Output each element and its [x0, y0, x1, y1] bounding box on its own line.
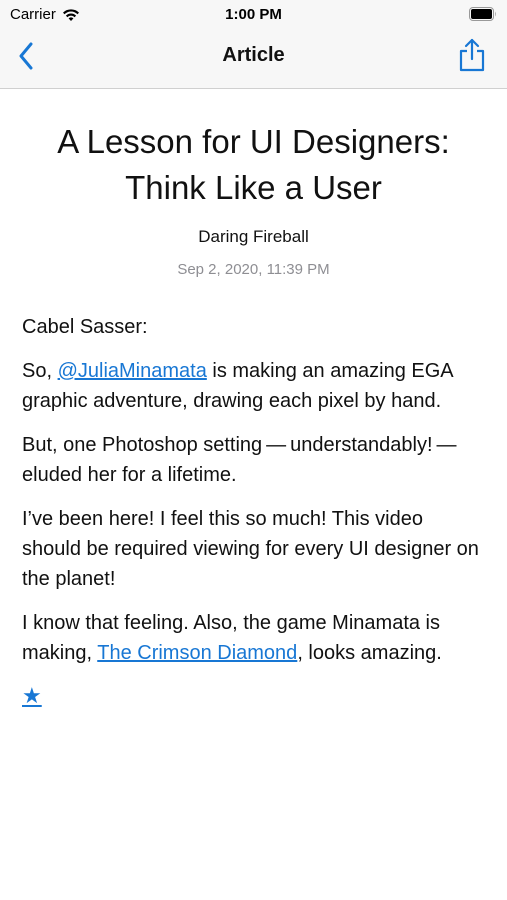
paragraph: I know that feeling. Also, the game Mina… — [22, 608, 485, 668]
article-body: Cabel Sasser: So, @JuliaMinamata is maki… — [22, 312, 485, 712]
share-button[interactable] — [455, 38, 489, 76]
battery-icon — [469, 7, 497, 21]
paragraph: But, one Photoshop setting — understanda… — [22, 434, 461, 486]
share-icon — [458, 38, 486, 77]
crimson-diamond-link[interactable]: The Crimson Diamond — [97, 642, 297, 664]
nav-title: Article — [222, 44, 285, 66]
feed-name: Daring Fireball — [198, 227, 309, 246]
navigation-bar: Article — [0, 30, 507, 89]
star-link[interactable]: ★ — [22, 682, 52, 710]
paragraph-text: So, — [22, 360, 58, 382]
article-title: A Lesson for UI Designers: Think Like a … — [57, 123, 450, 206]
julia-minamata-link[interactable]: @JuliaMinamata — [58, 360, 207, 382]
article-date: Sep 2, 2020, 11:39 PM — [177, 261, 330, 278]
star-icon: ★ — [22, 683, 42, 708]
paragraph: Cabel Sasser: — [22, 316, 148, 338]
paragraph-text: , looks amazing. — [297, 642, 442, 664]
status-bar: Carrier 1:00 PM — [0, 0, 507, 30]
status-time: 1:00 PM — [225, 6, 282, 23]
article-content: A Lesson for UI Designers: Think Like a … — [0, 89, 507, 712]
paragraph: I’ve been here! I feel this so much! Thi… — [22, 508, 479, 590]
paragraph: So, @JuliaMinamata is making an amazing … — [22, 356, 485, 416]
